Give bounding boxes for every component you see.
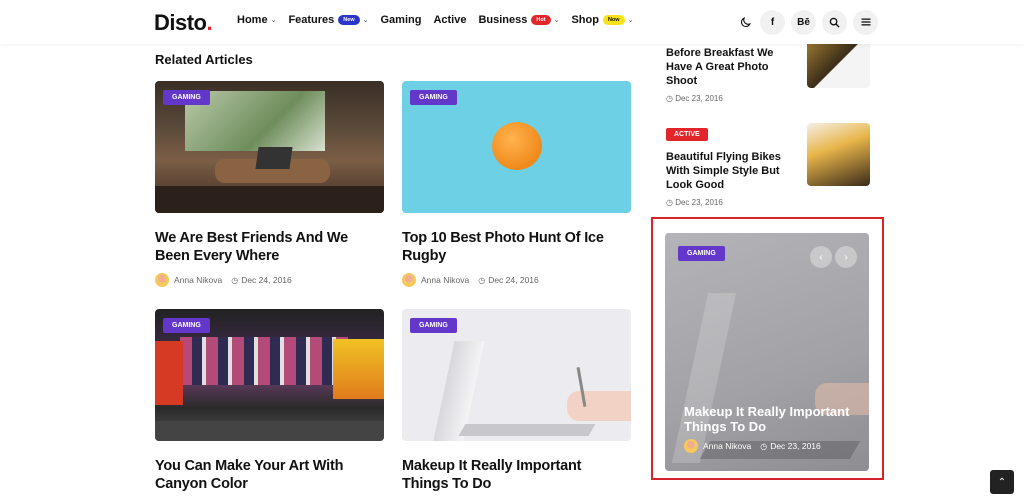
article-thumbnail[interactable]: GAMING — [155, 309, 384, 441]
nav-item-shop[interactable]: Shop Now ⌄ — [571, 14, 633, 26]
article-card[interactable]: GAMING Top 10 Best Photo Hunt Of Ice Rug… — [402, 81, 631, 287]
article-thumbnail[interactable]: GAMING — [402, 309, 631, 441]
category-badge[interactable]: GAMING — [163, 318, 210, 333]
sidebar-post-title[interactable]: Beautiful Flying Bikes With Simple Style… — [666, 150, 786, 192]
nav-item-features[interactable]: Features New ⌄ — [288, 14, 368, 26]
chevron-down-icon: ⌄ — [553, 17, 560, 24]
moon-icon[interactable] — [736, 9, 754, 35]
article-meta: Anna Nikova ◷ Dec 24, 2016 — [155, 273, 384, 287]
sidebar-post-title[interactable]: Before Breakfast We Have A Great Photo S… — [666, 46, 786, 88]
behance-icon[interactable]: Bē — [791, 9, 816, 35]
hot-badge: Hot — [531, 15, 551, 25]
avatar — [155, 273, 169, 287]
chevron-down-icon: ⌄ — [627, 17, 634, 24]
clock-icon: ◷ — [478, 275, 486, 285]
author-name[interactable]: Anna Nikova — [174, 275, 222, 285]
facebook-icon[interactable]: f — [760, 9, 785, 35]
article-date: Dec 24, 2016 — [488, 275, 539, 285]
chevron-right-icon[interactable]: › — [835, 246, 857, 268]
site-header: Disto. Home ⌄ Features New ⌄ Gaming Active … — [0, 0, 1024, 44]
clock-icon: ◷ — [760, 441, 768, 451]
article-date: Dec 24, 2016 — [241, 275, 292, 285]
avatar — [402, 273, 416, 287]
article-card[interactable]: GAMING Makeup It Really Important Things… — [402, 309, 631, 493]
author-name[interactable]: Anna Nikova — [703, 441, 751, 451]
featured-meta: Anna Nikova ◷ Dec 23, 2016 — [684, 439, 821, 453]
nav-item-active[interactable]: Active — [433, 14, 466, 26]
now-badge: Now — [602, 15, 625, 25]
article-thumbnail[interactable]: GAMING — [402, 81, 631, 213]
main-nav: Home ⌄ Features New ⌄ Gaming Active Busines… — [237, 14, 645, 26]
new-badge: New — [338, 15, 360, 25]
article-title[interactable]: Top 10 Best Photo Hunt Of Ice Rugby — [402, 229, 631, 265]
back-to-top-button[interactable]: ⌃ — [990, 470, 1014, 494]
featured-slider[interactable]: GAMING ‹ › Makeup It Really Important Th… — [665, 233, 869, 471]
category-badge[interactable]: GAMING — [410, 90, 457, 105]
active-badge[interactable]: ACTIVE — [666, 128, 708, 141]
clock-icon: ◷ — [666, 198, 676, 207]
header-actions: f Bē — [736, 9, 878, 35]
author-name[interactable]: Anna Nikova — [421, 275, 469, 285]
category-badge[interactable]: GAMING — [410, 318, 457, 333]
article-meta: Anna Nikova ◷ Dec 24, 2016 — [402, 273, 631, 287]
sidebar-post-date: ◷ Dec 23, 2016 — [666, 198, 723, 207]
avatar — [684, 439, 698, 453]
slider-arrows: ‹ › — [810, 246, 857, 268]
chevron-down-icon: ⌄ — [270, 17, 277, 24]
article-card[interactable]: GAMING We Are Best Friends And We Been E… — [155, 81, 384, 287]
sidebar-post-date: ◷ Dec 23, 2016 — [666, 94, 723, 103]
section-title: Related Articles — [155, 52, 253, 67]
search-icon[interactable] — [822, 9, 847, 35]
article-title[interactable]: We Are Best Friends And We Been Every Wh… — [155, 229, 384, 265]
category-badge[interactable]: GAMING — [163, 90, 210, 105]
article-card[interactable]: GAMING You Can Make Your Art With Canyon… — [155, 309, 384, 493]
featured-date: Dec 23, 2016 — [770, 441, 821, 451]
sidebar-post-thumbnail[interactable] — [807, 123, 870, 186]
menu-icon[interactable] — [853, 9, 878, 35]
featured-title[interactable]: Makeup It Really Important Things To Do — [684, 404, 864, 434]
chevron-down-icon: ⌄ — [362, 17, 369, 24]
nav-item-home[interactable]: Home ⌄ — [237, 14, 276, 26]
article-title[interactable]: You Can Make Your Art With Canyon Color — [155, 457, 384, 493]
nav-item-gaming[interactable]: Gaming — [380, 14, 421, 26]
category-badge[interactable]: GAMING — [678, 246, 725, 261]
clock-icon: ◷ — [231, 275, 239, 285]
article-thumbnail[interactable]: GAMING — [155, 81, 384, 213]
article-title[interactable]: Makeup It Really Important Things To Do — [402, 457, 631, 493]
clock-icon: ◷ — [666, 94, 676, 103]
nav-item-business[interactable]: Business Hot ⌄ — [478, 14, 559, 26]
site-logo[interactable]: Disto. — [154, 10, 213, 36]
chevron-left-icon[interactable]: ‹ — [810, 246, 832, 268]
